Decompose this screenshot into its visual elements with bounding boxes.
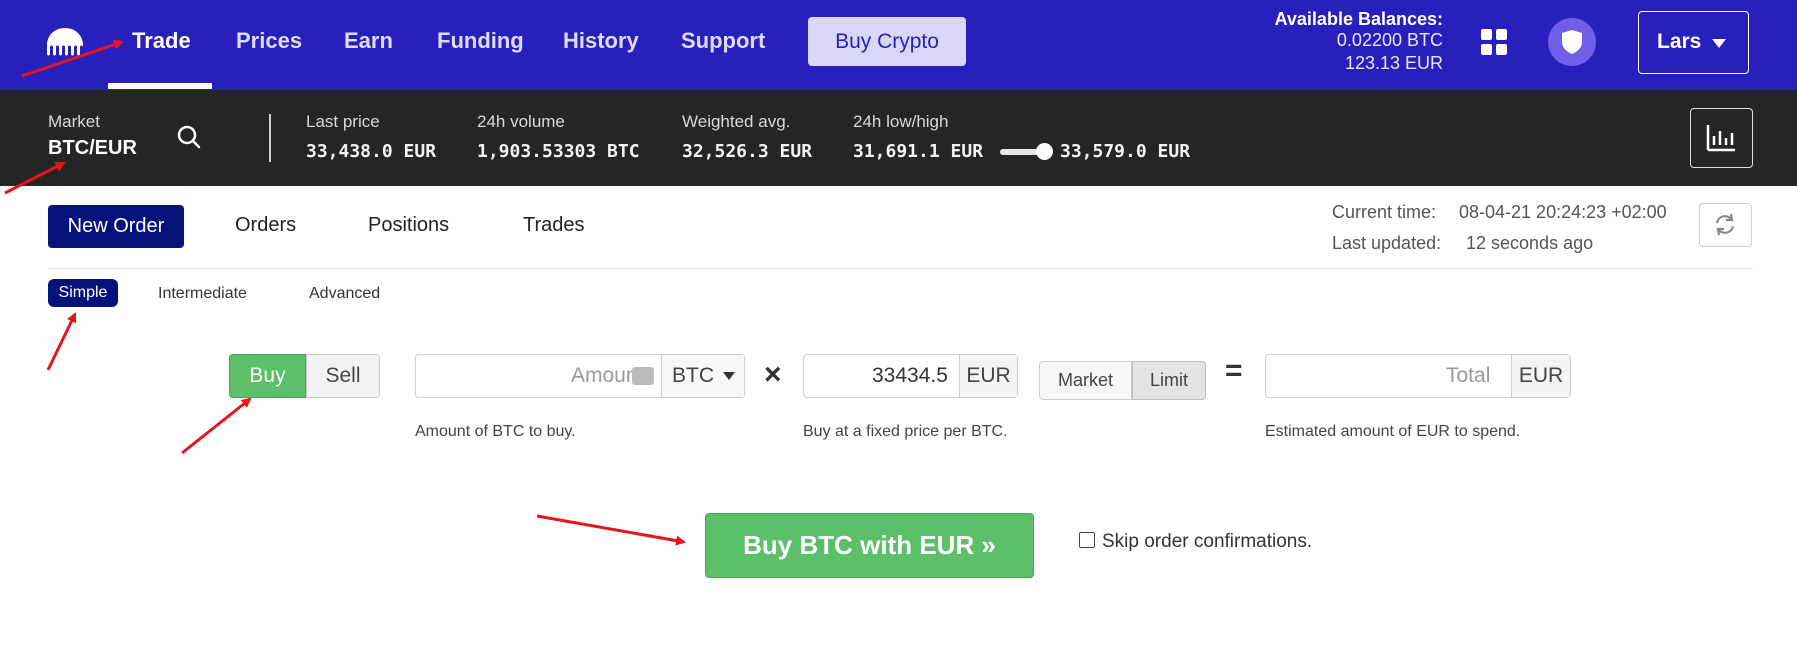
divider [48,268,1753,269]
nav-trade[interactable]: Trade [132,28,191,54]
balances-title: Available Balances: [1274,9,1443,29]
balance-btc: 0.02200 BTC [1336,30,1443,50]
mode-intermediate[interactable]: Intermediate [158,285,247,303]
weighted-avg-label: Weighted avg. [682,112,791,131]
search-icon[interactable] [176,124,202,150]
low-high-label: 24h low/high [853,112,949,131]
refresh-icon [1715,213,1735,236]
chevron-down-icon [1712,39,1726,48]
user-name: Lars [1657,30,1702,53]
user-menu-button[interactable]: Lars [1638,11,1749,74]
price-input[interactable]: 33434.5 [872,364,948,388]
side-sell-button[interactable]: Sell [306,354,380,398]
active-nav-indicator [108,83,212,89]
divider [269,114,271,162]
nav-history[interactable]: History [563,28,639,54]
amount-help-text: Amount of BTC to buy. [415,423,576,440]
price-range-marker [1036,143,1053,160]
total-currency: EUR [1511,355,1570,397]
last-updated-row: Last updated: 12 seconds ago [1332,233,1593,254]
last-price-label: Last price [306,112,380,131]
amount-field[interactable]: Amount BTC [415,354,745,398]
nav-funding[interactable]: Funding [437,28,524,54]
price-help-text: Buy at a fixed price per BTC. [803,423,1008,440]
available-balances: Available Balances: 0.02200 BTC 123.13 E… [1275,9,1443,75]
nav-prices[interactable]: Prices [236,28,302,54]
current-time-row: Current time: 08-04-21 20:24:23 +02:00 [1332,202,1667,223]
market-bar: Market BTC/EUR Last price 33,438.0 EUR 2… [0,90,1797,186]
equals-sign: = [1225,354,1243,387]
total-help-text: Estimated amount of EUR to spend. [1265,423,1521,440]
buy-crypto-button[interactable]: Buy Crypto [808,17,966,66]
order-type-market[interactable]: Market [1039,361,1132,400]
market-label: Market [48,112,100,131]
amount-currency: BTC [672,364,714,387]
price-field[interactable]: 33434.5 EUR [803,354,1018,398]
market-pair-selector[interactable]: BTC/EUR [48,137,137,160]
volume-label: 24h volume [477,112,565,131]
chart-icon [1706,125,1735,152]
submit-buy-button[interactable]: Buy BTC with EUR » [705,513,1034,578]
multiply-sign: × [764,358,782,391]
volume-value: 1,903.53303 BTC [477,141,640,162]
nav-support[interactable]: Support [681,28,765,54]
shield-icon[interactable] [1548,18,1596,66]
chart-toggle-button[interactable] [1690,108,1753,168]
last-price-value: 33,438.0 EUR [306,141,437,162]
kraken-logo-icon[interactable] [45,26,85,58]
weighted-avg-value: 32,526.3 EUR [682,141,813,162]
balance-eur: 123.13 EUR [1344,53,1443,73]
tab-trades[interactable]: Trades [523,214,585,237]
tab-new-order[interactable]: New Order [48,205,184,248]
order-type-limit[interactable]: Limit [1132,361,1206,400]
total-field[interactable]: Total EUR [1265,354,1571,398]
tab-positions[interactable]: Positions [368,214,449,237]
refresh-button[interactable] [1699,203,1752,247]
chevron-down-icon [723,372,735,380]
nav-earn[interactable]: Earn [344,28,393,54]
top-navigation: Trade Prices Earn Funding History Suppor… [0,0,1797,90]
calculator-icon[interactable] [632,367,654,385]
last-updated-label: Last updated: [1332,233,1442,253]
amount-currency-select[interactable]: BTC [661,355,744,397]
side-buy-button[interactable]: Buy [229,354,306,398]
tab-orders[interactable]: Orders [235,214,296,237]
current-time-label: Current time: [1332,202,1437,222]
low-value: 31,691.1 EUR [853,141,984,162]
last-updated-value: 12 seconds ago [1466,233,1594,253]
apps-grid-icon[interactable] [1481,29,1507,55]
checkbox[interactable] [1079,532,1095,548]
price-currency: EUR [959,355,1017,397]
mode-advanced[interactable]: Advanced [309,285,380,303]
mode-simple[interactable]: Simple [48,279,118,307]
current-time-value: 08-04-21 20:24:23 +02:00 [1459,202,1667,222]
total-input[interactable]: Total [1446,364,1490,388]
skip-confirmations-label: Skip order confirmations. [1102,531,1313,552]
high-value: 33,579.0 EUR [1060,141,1191,162]
